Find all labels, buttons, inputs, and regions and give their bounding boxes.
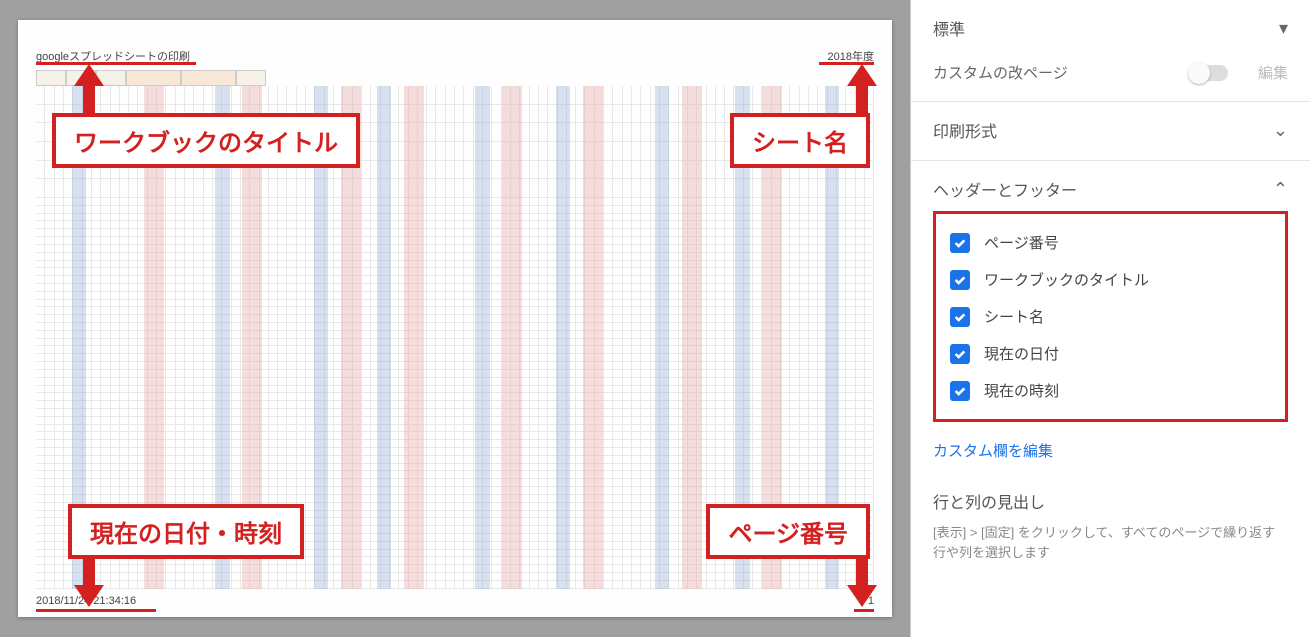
annotation-underline — [36, 62, 196, 65]
dropdown-caret-icon[interactable]: ▾ — [1279, 18, 1288, 39]
checkbox-label: ページ番号 — [984, 232, 1059, 253]
section-header-footer[interactable]: ヘッダーとフッター ⌃ ページ番号 ワークブックのタイトル シート名 現在の日付 — [911, 161, 1310, 580]
chevron-down-icon[interactable]: ⌄ — [1273, 120, 1288, 141]
callout-sheet-name: シート名 — [730, 113, 870, 168]
checkbox-checked-icon[interactable] — [950, 344, 970, 364]
annotation-underline — [36, 609, 156, 612]
row-col-headings-desc: [表示] > [固定] をクリックして、すべてのページで繰り返す行や列を選択しま… — [933, 523, 1288, 562]
checkbox-label: シート名 — [984, 306, 1044, 327]
checkbox-checked-icon[interactable] — [950, 307, 970, 327]
print-settings-sidebar[interactable]: 標準 ▾ カスタムの改ページ 編集 印刷形式 ⌄ ヘッダーとフッター ⌃ ページ… — [910, 0, 1310, 637]
callout-page-number: ページ番号 — [706, 504, 870, 559]
callout-date-time: 現在の日付・時刻 — [68, 504, 304, 559]
annotation-underline — [854, 609, 874, 612]
checkbox-checked-icon[interactable] — [950, 381, 970, 401]
custom-breaks-toggle[interactable] — [1190, 65, 1228, 81]
checkbox-current-time[interactable]: 現在の時刻 — [950, 372, 1271, 409]
checkbox-label: 現在の時刻 — [984, 380, 1059, 401]
preview-page: googleスプレッドシートの印刷 2018年度 2018/11/24 21:3… — [18, 20, 892, 617]
checkbox-current-date[interactable]: 現在の日付 — [950, 335, 1271, 372]
standard-label: 標準 — [933, 16, 965, 40]
edit-custom-fields-link[interactable]: カスタム欄を編集 — [933, 440, 1288, 461]
checkbox-page-number[interactable]: ページ番号 — [950, 224, 1271, 261]
custom-breaks-edit: 編集 — [1258, 62, 1288, 83]
checkbox-label: ワークブックのタイトル — [984, 269, 1149, 290]
section-print-format[interactable]: 印刷形式 ⌄ — [911, 102, 1310, 161]
print-preview-area: googleスプレッドシートの印刷 2018年度 2018/11/24 21:3… — [0, 0, 910, 637]
checkbox-label: 現在の日付 — [984, 343, 1059, 364]
custom-breaks-label: カスタムの改ページ — [933, 62, 1068, 83]
print-format-label: 印刷形式 — [933, 118, 997, 142]
checkbox-workbook-title[interactable]: ワークブックのタイトル — [950, 261, 1271, 298]
chevron-up-icon[interactable]: ⌃ — [1273, 179, 1288, 200]
callout-workbook-title: ワークブックのタイトル — [52, 113, 360, 168]
checkbox-checked-icon[interactable] — [950, 233, 970, 253]
section-standard[interactable]: 標準 ▾ カスタムの改ページ 編集 — [911, 0, 1310, 102]
header-footer-label: ヘッダーとフッター — [933, 177, 1077, 201]
checkbox-sheet-name[interactable]: シート名 — [950, 298, 1271, 335]
row-col-headings-label: 行と列の見出し — [933, 489, 1288, 513]
checkbox-checked-icon[interactable] — [950, 270, 970, 290]
header-footer-options: ページ番号 ワークブックのタイトル シート名 現在の日付 現在の時刻 — [933, 211, 1288, 422]
